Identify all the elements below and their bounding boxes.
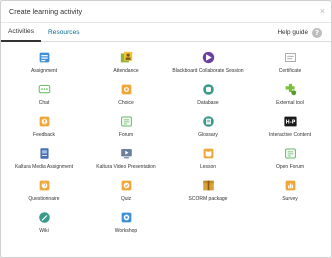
- feedback-icon: [38, 115, 51, 128]
- modal-title: Create learning activity: [9, 7, 83, 16]
- activity-label: Lesson: [199, 164, 217, 170]
- activity-blackboard-collaborate[interactable]: Blackboard Collaborate Session: [167, 48, 249, 80]
- activity-label: Wiki: [39, 228, 49, 234]
- tab-activities[interactable]: Activities: [1, 23, 42, 42]
- help-icon: ?: [312, 27, 322, 38]
- glossary-icon: [202, 115, 215, 128]
- choice-icon: [120, 83, 133, 96]
- activity-label: Assignment: [30, 68, 58, 74]
- activity-label: Certificate: [278, 68, 302, 74]
- scorm-package-icon: [202, 179, 215, 192]
- quiz-icon: [120, 179, 133, 192]
- forum-icon: [120, 115, 133, 128]
- activity-grid: Assignment Attendance Blackboard Collabo…: [3, 48, 331, 240]
- activity-lesson[interactable]: Lesson: [167, 144, 249, 176]
- close-icon[interactable]: ×: [320, 7, 325, 16]
- attendance-icon: [120, 51, 133, 64]
- wiki-icon: [38, 211, 51, 224]
- activity-kaltura-media-assignment[interactable]: Kaltura Media Assignment: [3, 144, 85, 176]
- lesson-icon: [202, 147, 215, 160]
- activity-glossary[interactable]: Glossary: [167, 112, 249, 144]
- activity-database[interactable]: Database: [167, 80, 249, 112]
- database-icon: [202, 83, 215, 96]
- activity-assignment[interactable]: Assignment: [3, 48, 85, 80]
- activity-forum[interactable]: Forum: [85, 112, 167, 144]
- activity-label: Open Forum: [275, 164, 305, 170]
- assignment-icon: [38, 51, 51, 64]
- tab-bar: Activities Resources Help guide ?: [1, 23, 331, 42]
- activity-chat[interactable]: Chat: [3, 80, 85, 112]
- activity-open-forum[interactable]: Open Forum: [249, 144, 331, 176]
- questionnaire-icon: [38, 179, 51, 192]
- activity-label: Feedback: [33, 132, 55, 138]
- blackboard-collaborate-icon: [202, 51, 215, 64]
- activity-wiki[interactable]: Wiki: [3, 208, 85, 240]
- activity-scorm-package[interactable]: SCORM package: [167, 176, 249, 208]
- activity-label: Workshop: [114, 228, 138, 234]
- modal-header: Create learning activity ×: [1, 1, 331, 23]
- kaltura-media-assignment-icon: [38, 147, 51, 160]
- activity-survey[interactable]: Survey: [249, 176, 331, 208]
- activity-label: Database: [197, 100, 219, 106]
- external-tool-icon: [284, 83, 297, 96]
- activity-feedback[interactable]: Feedback: [3, 112, 85, 144]
- activity-questionnaire[interactable]: Questionnaire: [3, 176, 85, 208]
- survey-icon: [284, 179, 297, 192]
- activity-quiz[interactable]: Quiz: [85, 176, 167, 208]
- h5p-icon: H-P: [283, 115, 297, 128]
- create-activity-modal: Create learning activity × Activities Re…: [0, 0, 332, 258]
- activity-label: Interactive Content: [269, 132, 311, 138]
- activity-label: Forum: [118, 132, 134, 138]
- activity-label: SCORM package: [188, 196, 228, 202]
- activity-label: Kaltura Video Presentation: [96, 164, 156, 170]
- tab-resources[interactable]: Resources: [41, 23, 87, 41]
- open-forum-icon: [284, 147, 297, 160]
- activity-choice[interactable]: Choice: [85, 80, 167, 112]
- activity-label: Blackboard Collaborate Session: [172, 68, 244, 74]
- certificate-icon: [284, 51, 297, 64]
- activity-interactive-content[interactable]: H-P Interactive Content: [249, 112, 331, 144]
- chat-icon: [38, 83, 51, 96]
- activity-label: External tool: [276, 100, 304, 106]
- activity-label: Glossary: [198, 132, 218, 138]
- h5p-icon-text: H-P: [285, 120, 295, 126]
- activity-certificate[interactable]: Certificate: [249, 48, 331, 80]
- activity-kaltura-video-presentation[interactable]: Kaltura Video Presentation: [85, 144, 167, 176]
- activity-label: Quiz: [120, 196, 132, 202]
- workshop-icon: [120, 211, 133, 224]
- activity-external-tool[interactable]: External tool: [249, 80, 331, 112]
- help-guide-link[interactable]: Help guide ?: [277, 23, 322, 42]
- activity-attendance[interactable]: Attendance: [85, 48, 167, 80]
- activity-label: Chat: [38, 100, 50, 106]
- activity-label: Questionnaire: [28, 196, 60, 202]
- activity-label: Survey: [282, 196, 298, 202]
- activity-label: Attendance: [113, 68, 139, 74]
- activity-label: Kaltura Media Assignment: [14, 164, 74, 170]
- kaltura-video-presentation-icon: [120, 147, 133, 160]
- activity-label: Choice: [118, 100, 134, 106]
- activity-workshop[interactable]: Workshop: [85, 208, 167, 240]
- help-guide-label: Help guide: [277, 29, 308, 36]
